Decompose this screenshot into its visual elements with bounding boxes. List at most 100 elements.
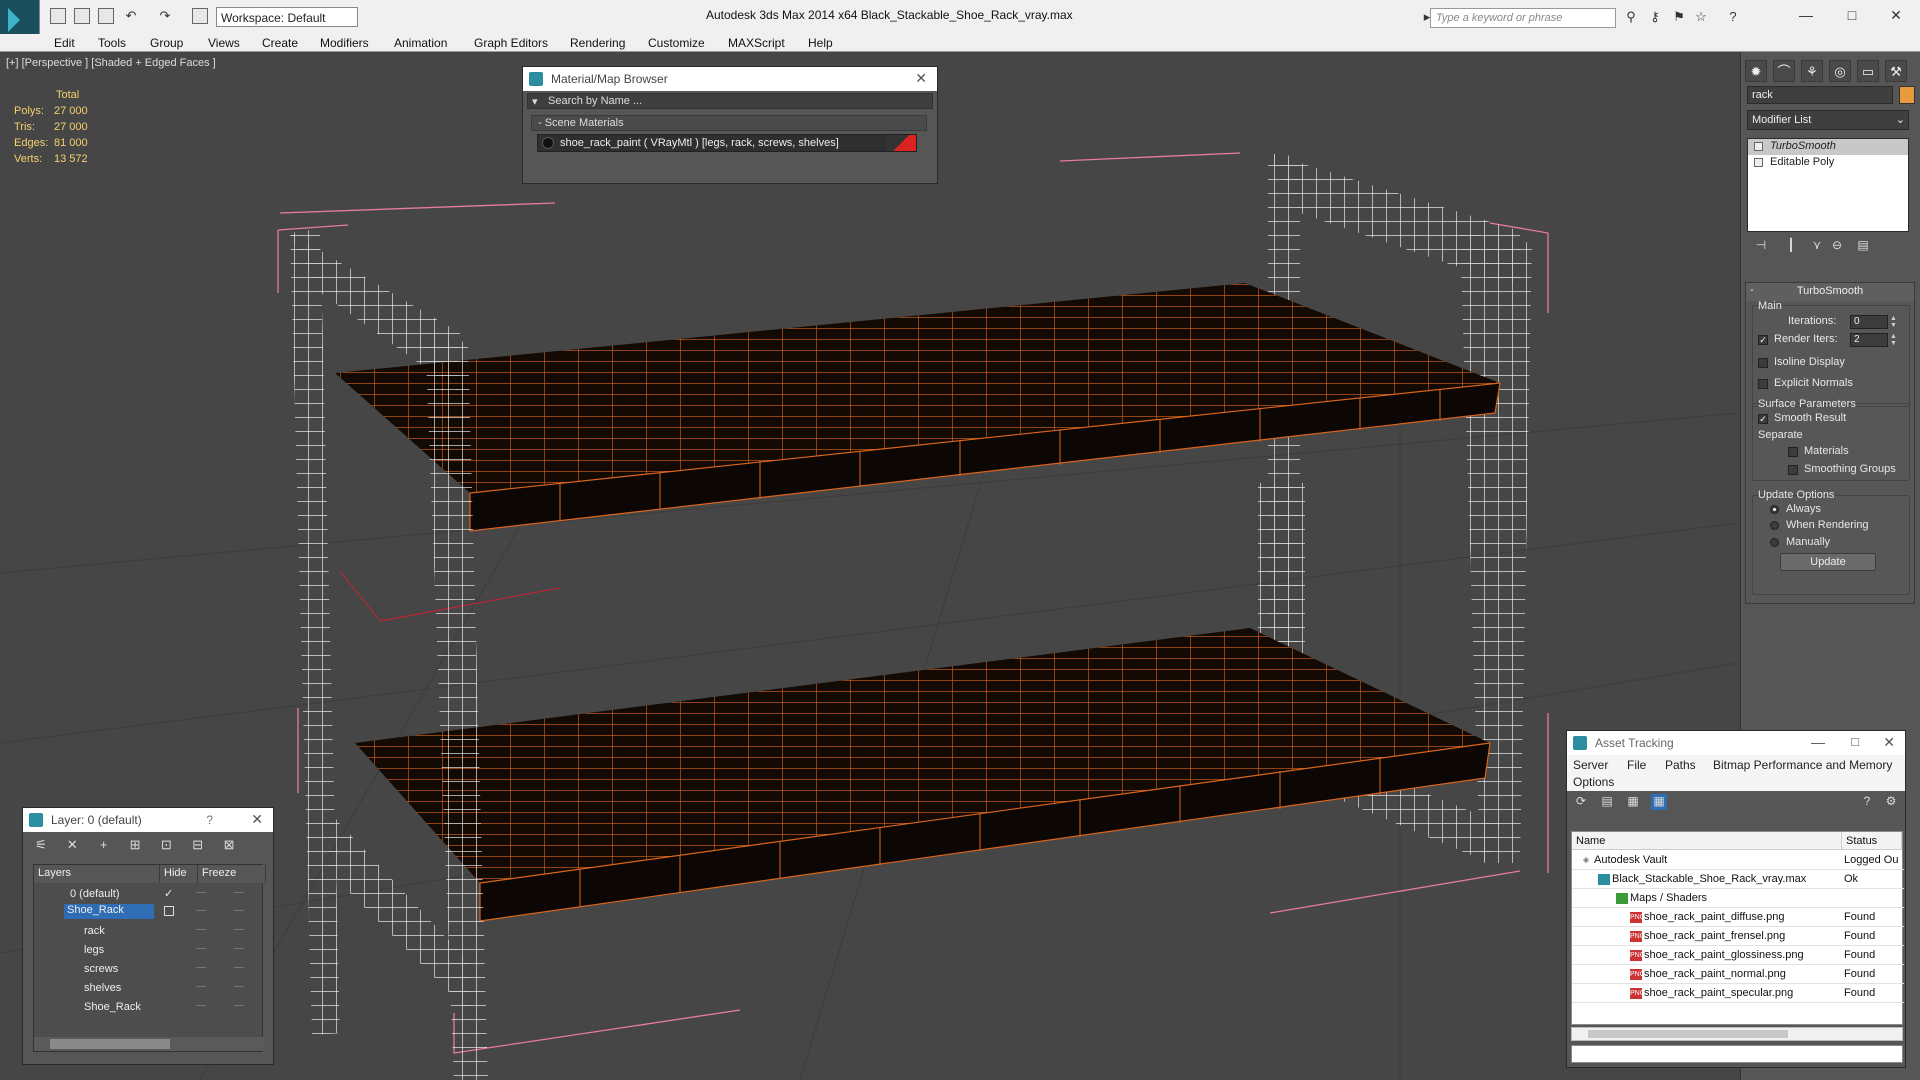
project-folder-icon[interactable] bbox=[192, 8, 208, 24]
object-row[interactable]: rack — — bbox=[34, 922, 266, 940]
workspace-dropdown[interactable]: Workspace: Default bbox=[216, 7, 358, 27]
object-row[interactable]: Shoe_Rack — — bbox=[34, 998, 266, 1016]
render-iters-spinner[interactable]: 2 bbox=[1850, 333, 1888, 347]
always-radio[interactable] bbox=[1770, 505, 1779, 514]
menu-create[interactable]: Create bbox=[262, 36, 298, 50]
menu-views[interactable]: Views bbox=[208, 36, 240, 50]
new-file-icon[interactable] bbox=[50, 8, 66, 24]
turbosmooth-rollout-header[interactable]: - TurboSmooth bbox=[1746, 283, 1914, 301]
horizontal-scrollbar[interactable] bbox=[34, 1037, 264, 1051]
material-browser-titlebar[interactable]: Material/Map Browser ✕ bbox=[523, 67, 937, 91]
freeze-toggle[interactable]: — bbox=[234, 943, 244, 954]
hide-toggle[interactable]: — bbox=[196, 1000, 206, 1011]
menu-edit[interactable]: Edit bbox=[54, 36, 75, 50]
close-icon[interactable]: ✕ bbox=[251, 811, 263, 828]
object-color-swatch[interactable] bbox=[1899, 86, 1915, 104]
subscription-icon[interactable]: ⚷ bbox=[1648, 10, 1662, 24]
add-to-layer-icon[interactable]: + bbox=[96, 837, 112, 853]
spinner-arrows-icon[interactable]: ▲ ▼ bbox=[1890, 333, 1898, 347]
material-list-item[interactable]: shoe_rack_paint ( VRayMtl ) [legs, rack,… bbox=[537, 134, 917, 152]
motion-tab-icon[interactable]: ◎ bbox=[1829, 60, 1851, 82]
grid-view-icon[interactable]: ▦ bbox=[1651, 794, 1667, 810]
separate-materials-checkbox[interactable] bbox=[1788, 447, 1798, 457]
menu-graph-editors[interactable]: Graph Editors bbox=[474, 36, 548, 50]
hide-toggle[interactable]: — bbox=[196, 962, 206, 973]
hide-toggle[interactable]: — bbox=[196, 905, 206, 916]
menu-bitmap-performance[interactable]: Bitmap Performance and Memory bbox=[1713, 758, 1892, 772]
menu-file[interactable]: File bbox=[1627, 758, 1646, 772]
asset-row[interactable]: Maps / Shaders bbox=[1572, 889, 1904, 908]
menu-animation[interactable]: Animation bbox=[394, 36, 447, 50]
redo-icon[interactable]: ↷ bbox=[158, 9, 172, 23]
make-unique-icon[interactable]: ⋎ bbox=[1809, 238, 1825, 254]
freeze-toggle[interactable]: — bbox=[234, 981, 244, 992]
modify-tab-icon[interactable]: ⌒ bbox=[1773, 60, 1795, 82]
hierarchy-tab-icon[interactable]: ⚘ bbox=[1801, 60, 1823, 82]
select-in-layer-icon[interactable]: ⊞ bbox=[127, 837, 143, 853]
smooth-result-checkbox[interactable]: ✓ bbox=[1758, 414, 1768, 424]
create-tab-icon[interactable]: ✹ bbox=[1745, 60, 1767, 82]
help-icon[interactable]: ? bbox=[206, 813, 213, 827]
list-view-icon[interactable]: ▤ bbox=[1599, 794, 1615, 810]
layer-row[interactable]: Shoe_Rack — — bbox=[34, 903, 266, 921]
spinner-arrows-icon[interactable]: ▲ ▼ bbox=[1890, 315, 1898, 329]
menu-server[interactable]: Server bbox=[1573, 758, 1608, 772]
asset-row[interactable]: PNG shoe_rack_paint_diffuse.png Found bbox=[1572, 908, 1904, 927]
freeze-all-icon[interactable]: ⊠ bbox=[221, 837, 237, 853]
menu-modifiers[interactable]: Modifiers bbox=[320, 36, 369, 50]
object-row[interactable]: shelves — — bbox=[34, 979, 266, 997]
object-row[interactable]: legs — — bbox=[34, 941, 266, 959]
layer-explorer-titlebar[interactable]: Layer: 0 (default) ? ✕ bbox=[23, 808, 273, 832]
asset-tracking-titlebar[interactable]: Asset Tracking — □ ✕ bbox=[1567, 731, 1905, 755]
display-tab-icon[interactable]: ▭ bbox=[1857, 60, 1879, 82]
asset-row[interactable]: PNG shoe_rack_paint_frensel.png Found bbox=[1572, 927, 1904, 946]
stack-item-editable-poly[interactable]: Editable Poly bbox=[1748, 155, 1908, 171]
viewport-label[interactable]: [+] [Perspective ] [Shaded + Edged Faces… bbox=[6, 57, 216, 69]
new-layer-icon[interactable]: ⚟ bbox=[33, 837, 49, 853]
asset-row[interactable]: PNG shoe_rack_paint_specular.png Found bbox=[1572, 984, 1904, 1003]
isoline-display-checkbox[interactable] bbox=[1758, 358, 1768, 368]
hide-toggle[interactable]: — bbox=[196, 924, 206, 935]
column-header-hide[interactable]: Hide bbox=[160, 865, 198, 883]
explicit-normals-checkbox[interactable] bbox=[1758, 379, 1768, 389]
communication-icon[interactable]: ⚑ bbox=[1672, 10, 1686, 24]
undo-icon[interactable]: ↶ bbox=[124, 9, 138, 23]
iterations-spinner[interactable]: 0 bbox=[1850, 315, 1888, 329]
column-header-layers[interactable]: Layers bbox=[34, 865, 160, 883]
stack-item-turbosmooth[interactable]: TurboSmooth bbox=[1748, 139, 1908, 155]
delete-layer-icon[interactable]: ✕ bbox=[64, 837, 80, 853]
render-iters-checkbox[interactable]: ✓ bbox=[1758, 335, 1768, 345]
asset-row[interactable]: Black_Stackable_Shoe_Rack_vray.max Ok bbox=[1572, 870, 1904, 889]
current-layer-check-icon[interactable]: ✓ bbox=[164, 887, 173, 900]
minimize-button[interactable]: — bbox=[1811, 734, 1825, 750]
freeze-toggle[interactable]: — bbox=[234, 962, 244, 973]
help-icon[interactable]: ? bbox=[1726, 10, 1740, 24]
asset-row[interactable]: ◉ Autodesk Vault Logged Ou bbox=[1572, 851, 1904, 870]
scrollbar-thumb[interactable] bbox=[1588, 1030, 1788, 1038]
hide-toggle[interactable]: — bbox=[196, 887, 206, 898]
close-window-button[interactable]: ✕ bbox=[1874, 4, 1918, 26]
column-header-status[interactable]: Status bbox=[1842, 832, 1902, 850]
freeze-toggle[interactable]: — bbox=[234, 887, 244, 898]
update-button[interactable]: Update bbox=[1780, 553, 1876, 571]
open-file-icon[interactable] bbox=[74, 8, 90, 24]
configure-sets-icon[interactable]: ▤ bbox=[1855, 238, 1871, 254]
minimize-button[interactable]: — bbox=[1784, 4, 1828, 26]
smoothing-groups-checkbox[interactable] bbox=[1788, 465, 1798, 475]
show-end-result-icon[interactable]: ┃ bbox=[1783, 238, 1799, 254]
maximize-button[interactable]: □ bbox=[1830, 4, 1874, 26]
layer-checkbox[interactable] bbox=[164, 906, 174, 916]
menu-rendering[interactable]: Rendering bbox=[570, 36, 625, 50]
asset-path-field[interactable] bbox=[1571, 1045, 1903, 1063]
refresh-icon[interactable]: ⟳ bbox=[1573, 794, 1589, 810]
filter-arrow-icon[interactable]: ▾ bbox=[532, 95, 538, 108]
maximize-button[interactable]: □ bbox=[1851, 734, 1859, 749]
freeze-toggle[interactable]: — bbox=[234, 924, 244, 935]
keyword-search-input[interactable]: Type a keyword or phrase bbox=[1430, 8, 1616, 28]
favorites-star-icon[interactable]: ☆ bbox=[1694, 10, 1708, 24]
column-header-name[interactable]: Name bbox=[1572, 832, 1842, 850]
close-icon[interactable]: ✕ bbox=[915, 70, 927, 87]
binoculars-icon[interactable]: ⚲ bbox=[1624, 10, 1638, 24]
lightbulb-icon[interactable] bbox=[1754, 142, 1763, 151]
menu-help[interactable]: Help bbox=[808, 36, 833, 50]
